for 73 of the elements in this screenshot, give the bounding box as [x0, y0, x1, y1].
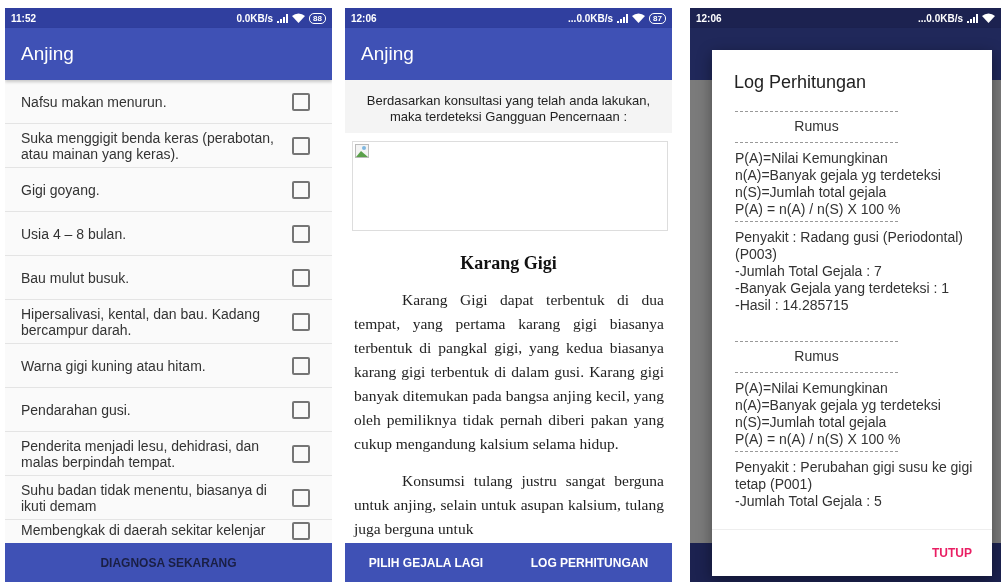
section-heading: Rumus	[793, 118, 840, 134]
wifi-icon	[632, 13, 646, 23]
log-line: Penyakit : Radang gusi (Periodontal) (P003)	[735, 229, 965, 263]
checkbox[interactable]	[292, 136, 310, 155]
symptom-row[interactable]: Suhu badan tidak menentu, biasanya di ikuti demam	[5, 476, 332, 520]
checkbox[interactable]	[292, 312, 310, 331]
close-button[interactable]: TUTUP	[924, 540, 980, 566]
symptom-label: Membengkak di daerah sekitar kelenjar	[21, 522, 267, 538]
log-line: n(S)=Jumlah total gejala	[735, 414, 888, 431]
checkbox[interactable]	[292, 180, 310, 199]
symptom-row[interactable]: Bau mulut busuk.	[5, 256, 332, 300]
section-heading: Rumus	[793, 348, 840, 364]
checkbox[interactable]	[292, 400, 310, 419]
symptom-label: Warna gigi kuning atau hitam.	[21, 357, 207, 374]
log-line: P(A)=Nilai Kemungkinan	[735, 150, 889, 167]
network-speed: ...0.0KB/s	[917, 12, 963, 24]
network-speed: 0.0KB/s	[236, 12, 274, 24]
log-line: Penyakit : Perubahan gigi susu ke gigi tetap (P001)	[735, 459, 974, 493]
log-line: -Jumlah Total Gejala : 7	[735, 263, 883, 280]
symptom-label: Suhu badan tidak menentu, biasanya di ikuti demam	[21, 481, 268, 514]
dialog-title: Log Perhitungan	[733, 71, 868, 94]
symptom-label: Suka menggigit benda keras (perabotan, atau mainan yang keras).	[21, 129, 275, 162]
log-line: -Jumlah Total Gejala : 5	[735, 493, 883, 510]
action-button[interactable]: PILIH GEJALA LAGI	[360, 549, 492, 576]
checkbox[interactable]	[292, 92, 310, 111]
symptom-label: Bau mulut busuk.	[21, 269, 131, 286]
symptom-label: Nafsu makan menurun.	[21, 93, 168, 110]
log-line: P(A)=Nilai Kemungkinan	[735, 380, 889, 397]
app-title: Anjing	[21, 43, 74, 65]
symptom-label: Usia 4 – 8 bulan.	[21, 225, 128, 242]
checkbox[interactable]	[292, 444, 310, 463]
signal-icon	[617, 13, 629, 23]
battery-indicator: 87	[649, 12, 666, 24]
log-line: n(S)=Jumlah total gejala	[735, 184, 888, 201]
log-line: P(A) = n(A) / n(S) X 100 %	[735, 431, 902, 448]
symptom-row[interactable]: Nafsu makan menurun.	[5, 80, 332, 124]
checkbox[interactable]	[292, 268, 310, 287]
symptom-label: Penderita menjadi lesu, dehidrasi, dan malas berpindah tempat.	[21, 437, 261, 470]
symptom-row[interactable]: Penderita menjadi lesu, dehidrasi, dan malas berpindah tempat.	[5, 432, 332, 476]
symptom-row[interactable]: Usia 4 – 8 bulan.	[5, 212, 332, 256]
symptom-label: Gigi goyang.	[21, 181, 101, 198]
status-time: 12:06	[351, 12, 377, 24]
symptom-label: Hipersalivasi, kental, dan bau. Kadang bercampur darah.	[21, 305, 261, 338]
broken-image-icon	[355, 144, 369, 158]
signal-icon	[277, 13, 289, 23]
disease-description: Konsumsi tulang justru sangat berguna untuk anjing, selain untuk asupan kalsium, tulang juga berguna untuk	[354, 471, 664, 539]
symptom-row[interactable]: Gigi goyang.	[5, 168, 332, 212]
app-title: Anjing	[361, 43, 414, 65]
signal-icon	[967, 13, 978, 23]
symptom-row[interactable]: Warna gigi kuning atau hitam.	[5, 344, 332, 388]
log-line: P(A) = n(A) / n(S) X 100 %	[735, 201, 902, 218]
status-time: 11:52	[11, 12, 37, 24]
action-button[interactable]: LOG PERHITUNGAN	[522, 549, 657, 576]
checkbox[interactable]	[292, 488, 310, 507]
log-line: -Banyak Gejala yang terdeteksi : 1	[735, 280, 950, 297]
result-intro: Berdasarkan konsultasi yang telah anda lakukan, maka terdeteksi Gangguan Pencernaan :	[345, 80, 672, 133]
log-line: -Hasil : 14.285715	[735, 297, 850, 314]
symptom-row[interactable]: Pendarahan gusi.	[5, 388, 332, 432]
symptom-label: Pendarahan gusi.	[21, 401, 132, 418]
checkbox[interactable]	[292, 356, 310, 375]
log-line: n(A)=Banyak gejala yg terdeteksi	[735, 167, 942, 184]
checkbox[interactable]	[292, 522, 310, 540]
disease-title: Karang Gigi	[459, 253, 558, 274]
network-speed: ...0.0KB/s	[568, 12, 614, 24]
checkbox[interactable]	[292, 224, 310, 243]
battery-indicator: 88	[309, 12, 326, 24]
symptom-row[interactable]: Hipersalivasi, kental, dan bau. Kadang bercampur darah.	[5, 300, 332, 344]
status-time: 12:06	[696, 12, 722, 24]
wifi-icon	[982, 13, 995, 23]
wifi-icon	[292, 13, 306, 23]
symptom-row[interactable]: Suka menggigit benda keras (perabotan, atau mainan yang keras).	[5, 124, 332, 168]
log-line: n(A)=Banyak gejala yg terdeteksi	[735, 397, 942, 414]
disease-description: Karang Gigi dapat terbentuk di dua tempat, yang pertama karang gigi biasanya terbentuk di pangkal gigi, yang kedua biasanya karang gigi terbentuk di dalam gusi. Karang gigi banyak ditemukan pada bangsa anjing kecil, yang oleh pemiliknya tidak pernah diberi pakan yang cukup mengandung kalsium selama hidup.	[354, 290, 664, 454]
